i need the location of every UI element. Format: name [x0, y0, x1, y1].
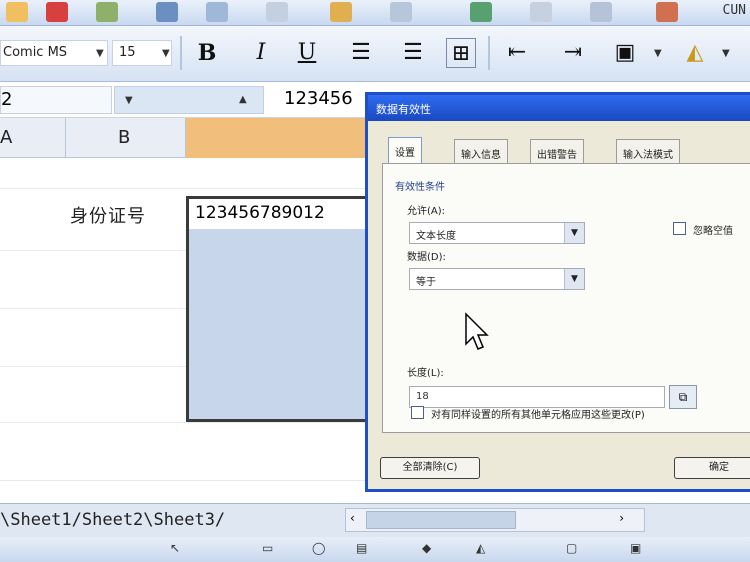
tab-input-message[interactable]: 输入信息: [454, 139, 508, 163]
toolbar-icon-7[interactable]: [330, 2, 352, 22]
selected-range[interactable]: 123456789012: [186, 196, 373, 422]
undo-icon[interactable]: [390, 2, 412, 22]
column-header-c[interactable]: [186, 118, 370, 158]
sheet-tabs-bar: \Sheet1/Sheet2\Sheet3/ ‹ ›: [0, 503, 750, 537]
grid-line: [0, 188, 370, 189]
data-select[interactable]: 等于 ▼: [409, 268, 585, 290]
font-name-box[interactable]: Comic MS: [0, 40, 108, 66]
draw-shadow-icon[interactable]: ▢: [566, 541, 577, 555]
data-dropdown-icon[interactable]: ▼: [564, 269, 584, 289]
ignore-blank-label: 忽略空值: [693, 226, 733, 237]
draw-cursor-icon[interactable]: ↖: [170, 541, 180, 555]
criteria-group-label: 有效性条件: [395, 182, 445, 193]
fill-color-icon[interactable]: ◭: [680, 38, 710, 68]
allow-value: 文本长度: [416, 231, 456, 242]
allow-select[interactable]: 文本长度 ▼: [409, 222, 585, 244]
toolbar-icon-4[interactable]: [156, 2, 178, 22]
horizontal-scrollbar[interactable]: ‹ ›: [345, 508, 645, 532]
id-label-cell[interactable]: 身份证号: [70, 202, 146, 228]
italic-button[interactable]: I: [246, 38, 276, 68]
increase-indent-icon[interactable]: ⇥: [558, 38, 588, 68]
font-name-dropdown-icon[interactable]: ▼: [96, 48, 104, 59]
toolbar-icon-6[interactable]: [266, 2, 288, 22]
toolbar-icon-5[interactable]: [206, 2, 228, 22]
length-input[interactable]: 18: [409, 386, 665, 408]
mouse-cursor-icon: [465, 312, 489, 350]
column-header-a[interactable]: A: [0, 118, 66, 158]
clear-all-button[interactable]: 全部清除(C): [380, 457, 480, 479]
decrease-indent-icon[interactable]: ⇤: [502, 38, 532, 68]
tab-ime-mode[interactable]: 输入法模式: [616, 139, 680, 163]
tab-settings[interactable]: 设置: [388, 137, 422, 163]
scroll-thumb[interactable]: [366, 511, 516, 529]
allow-dropdown-icon[interactable]: ▼: [564, 223, 584, 243]
draw-textbox-icon[interactable]: ▤: [356, 541, 367, 555]
data-label: 数据(D):: [407, 252, 446, 263]
allow-label: 允许(A):: [407, 206, 446, 217]
toolbar-separator: [488, 36, 490, 70]
scroll-left-icon[interactable]: ‹: [350, 511, 355, 525]
name-box-dropdown-icon[interactable]: ▼: [125, 95, 133, 106]
borders-icon[interactable]: ▣: [610, 38, 640, 68]
grid-line: [0, 480, 370, 481]
toolbar-icon-3[interactable]: [96, 2, 118, 22]
dialog-title[interactable]: 数据有效性: [368, 95, 750, 121]
name-box-dropdown[interactable]: ▼ ▲: [114, 86, 264, 114]
ignore-blank-checkbox[interactable]: [673, 222, 686, 235]
collapse-dialog-icon[interactable]: ⧉: [669, 385, 697, 409]
apply-all-label: 对有同样设置的所有其他单元格应用这些更改(P): [431, 410, 645, 421]
draw-shape-icon[interactable]: ◆: [422, 541, 431, 555]
active-cell[interactable]: 123456789012: [189, 199, 373, 229]
scroll-right-icon[interactable]: ›: [619, 511, 624, 525]
standard-toolbar: CUN: [0, 0, 750, 26]
toolbar-corner-label: CUN: [722, 3, 746, 18]
tab-error-alert[interactable]: 出错警告: [530, 139, 584, 163]
bold-button[interactable]: B: [192, 38, 222, 68]
formula-cancel-icon[interactable]: ▲: [239, 94, 247, 105]
chart-icon[interactable]: [656, 2, 678, 22]
sum-icon[interactable]: [530, 2, 552, 22]
merge-center-icon[interactable]: ⊞: [446, 38, 476, 68]
grid-line: [0, 422, 370, 423]
data-validation-dialog: 数据有效性 设置 输入信息 出错警告 输入法模式 有效性条件 允许(A): 文本…: [365, 92, 750, 492]
align-right-icon[interactable]: ☰: [398, 38, 428, 68]
align-center-icon[interactable]: ☰: [346, 38, 376, 68]
name-box[interactable]: 2: [0, 86, 112, 114]
ok-button[interactable]: 确定: [674, 457, 750, 479]
toolbar-icon-1[interactable]: [6, 2, 28, 22]
fill-color-dropdown-icon[interactable]: ▼: [722, 48, 730, 59]
borders-dropdown-icon[interactable]: ▼: [654, 48, 662, 59]
toolbar-separator: [180, 36, 182, 70]
formatting-toolbar: Comic MS ▼ 15 ▼ B I U ☰ ☰ ⊞ ⇤ ⇥ ▣ ▼ ◭ ▼: [0, 26, 750, 82]
font-size-dropdown-icon[interactable]: ▼: [162, 48, 170, 59]
draw-3d-icon[interactable]: ▣: [630, 541, 641, 555]
draw-fill-icon[interactable]: ◭: [476, 541, 485, 555]
draw-rect-icon[interactable]: ▭: [262, 541, 273, 555]
column-header-b[interactable]: B: [66, 118, 186, 158]
drawing-toolbar: ↖ ▭ ◯ ▤ ◆ ◭ ▢ ▣: [0, 537, 750, 562]
underline-button[interactable]: U: [292, 38, 322, 68]
sort-icon[interactable]: [590, 2, 612, 22]
sheet-tabs[interactable]: \Sheet1/Sheet2\Sheet3/: [0, 510, 225, 530]
toolbar-icon-2[interactable]: [46, 2, 68, 22]
settings-panel: 有效性条件 允许(A): 文本长度 ▼ 忽略空值 数据(D): 等于 ▼ 长度(…: [382, 163, 750, 433]
toolbar-icon-9[interactable]: [470, 2, 492, 22]
apply-all-checkbox[interactable]: [411, 406, 424, 419]
length-label: 长度(L):: [407, 368, 444, 379]
draw-oval-icon[interactable]: ◯: [312, 541, 325, 555]
data-value: 等于: [416, 277, 436, 288]
